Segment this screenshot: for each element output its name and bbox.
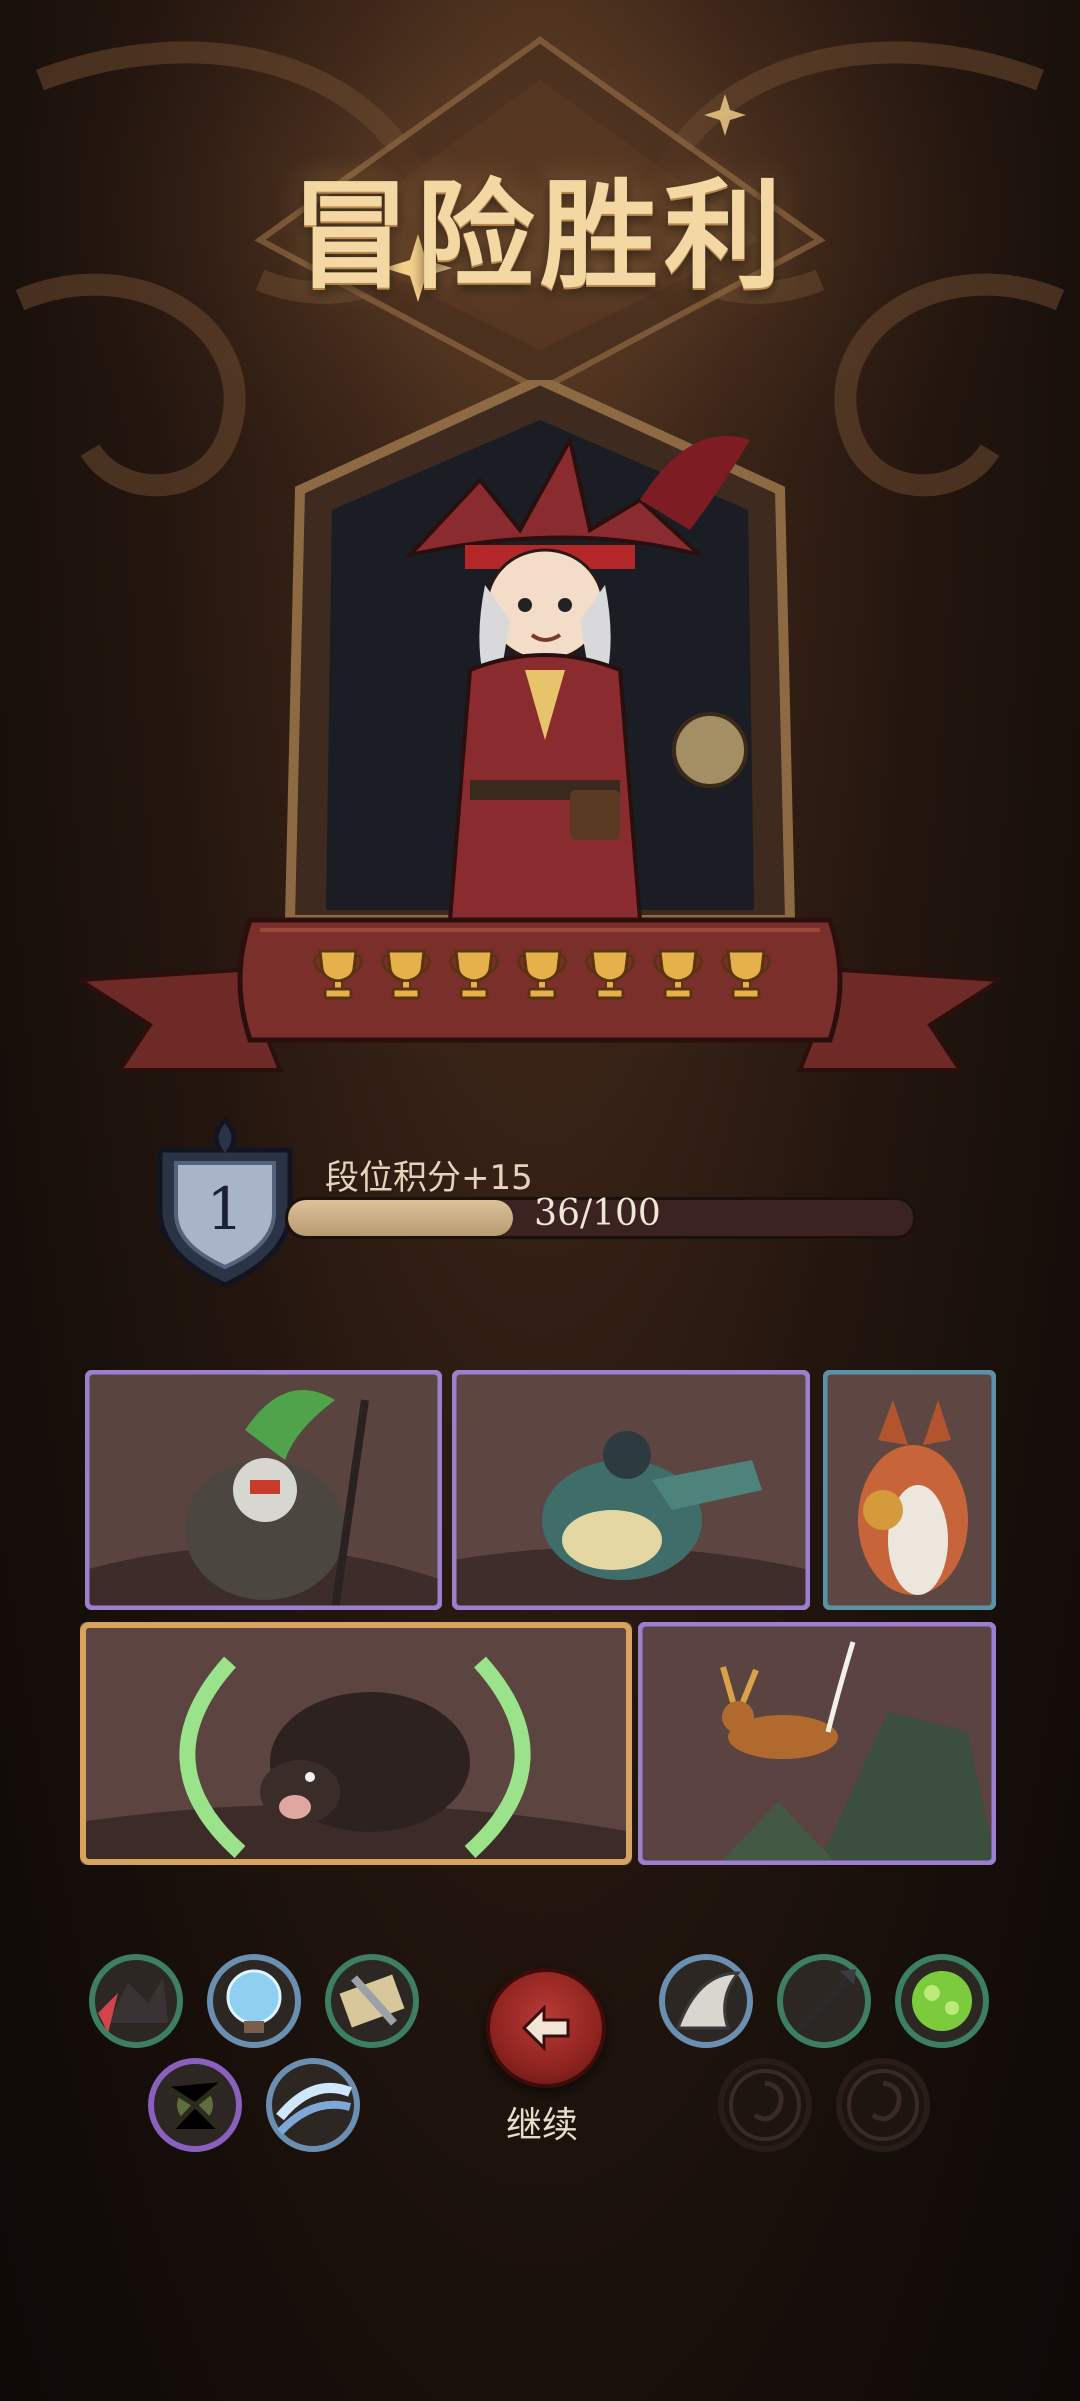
skill-slot [717, 2057, 813, 2153]
rank-level: 1 [206, 1175, 244, 1243]
trophy-icon [720, 945, 772, 1003]
hero-portrait [284, 380, 796, 925]
crystal-orb-icon [207, 1954, 301, 2048]
trophy-icon [652, 945, 704, 1003]
skill-slot[interactable] [88, 1953, 184, 2049]
trophy-icon [448, 945, 500, 1003]
skill-slot[interactable] [776, 1953, 872, 2049]
victory-title: 冒险胜利 [291, 167, 788, 305]
scroll-blade-icon [325, 1954, 419, 2048]
spear-icon [777, 1954, 871, 2048]
continue-label: 继续 [505, 2105, 578, 2146]
skill-slot[interactable] [265, 2057, 361, 2153]
card-armored-crocodile[interactable] [452, 1370, 810, 1610]
card-wild-boar[interactable] [80, 1622, 632, 1865]
rank-progress-text: 36/100 [534, 1193, 661, 1234]
shark-fin-icon [659, 1954, 753, 2048]
empty-slot-icon [718, 2058, 812, 2152]
skill-slot [835, 2057, 931, 2153]
skill-slot[interactable] [147, 2057, 243, 2153]
skill-slot[interactable] [324, 1953, 420, 2049]
trophy-icon [312, 945, 364, 1003]
thorn-trap-icon [148, 2058, 242, 2152]
skill-slot[interactable] [894, 1953, 990, 2049]
wind-slash-icon [266, 2058, 360, 2152]
arrow-left-icon [521, 2004, 570, 2052]
trophy-icon [516, 945, 568, 1003]
rank-points-label: 段位积分+15 [325, 1158, 533, 1198]
empty-slot-icon [836, 2058, 930, 2152]
card-shaman-bird[interactable] [85, 1370, 442, 1610]
skill-slot[interactable] [206, 1953, 302, 2049]
green-egg-icon [895, 1954, 989, 2048]
rage-beast-icon [89, 1954, 183, 2048]
trophy-icon [584, 945, 636, 1003]
continue-button[interactable] [486, 1968, 606, 2088]
card-fox[interactable] [823, 1370, 996, 1610]
card-deer[interactable] [638, 1622, 996, 1865]
trophy-icon [380, 945, 432, 1003]
skill-slot[interactable] [658, 1953, 754, 2049]
